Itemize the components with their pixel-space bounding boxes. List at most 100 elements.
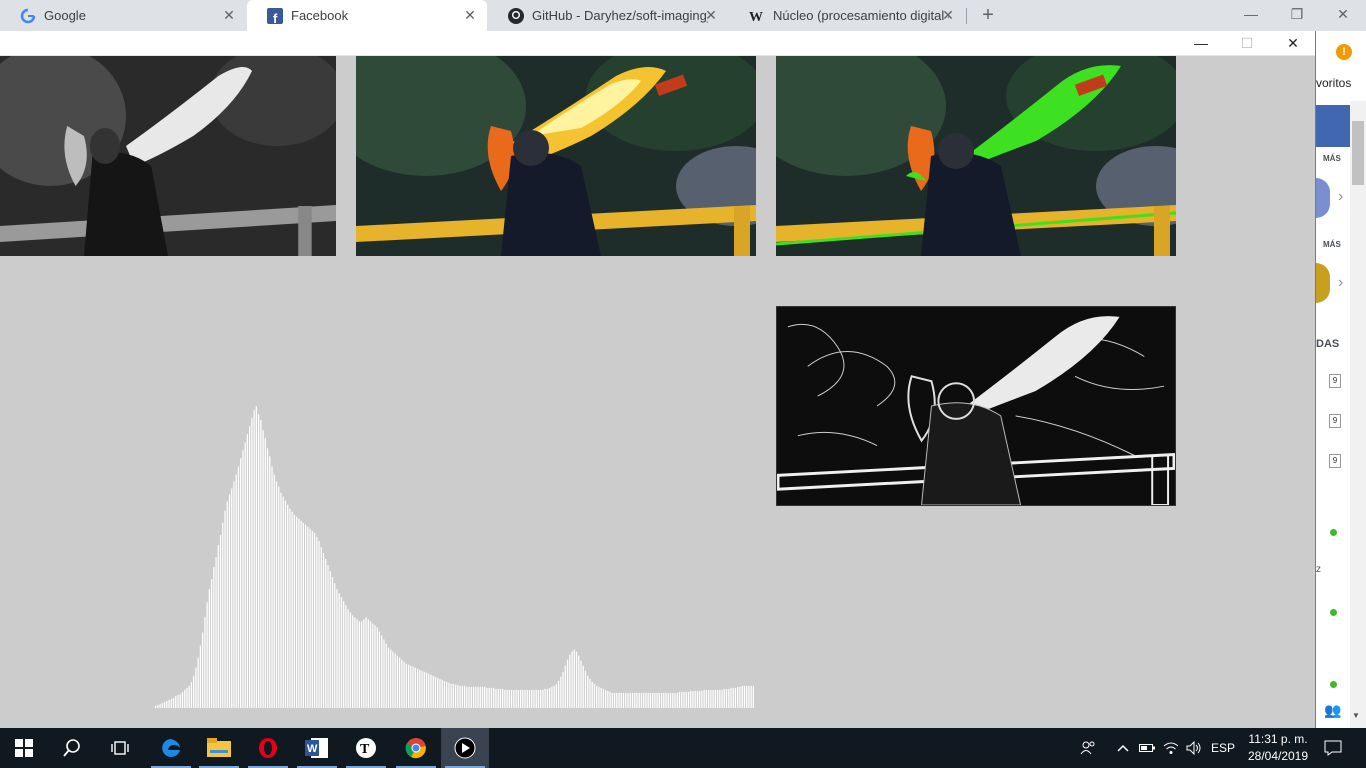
histogram-bar [665,692,667,708]
histogram-bar [399,657,401,708]
histogram-bar [551,686,553,708]
google-icon [20,8,36,24]
histogram-bar [186,687,188,708]
notifications-icon[interactable] [1318,728,1348,768]
histogram-bar [226,501,228,708]
histogram-bar [428,673,430,708]
search-icon[interactable] [48,728,96,768]
minimize-icon[interactable]: — [1228,0,1274,31]
histogram-bar [224,510,226,708]
background-page: ! voritos MÁS › MÁS › DAS 9 9 9 z 👥 ▼ [1316,31,1366,728]
start-icon[interactable] [0,728,48,768]
histogram-bar [549,687,551,708]
histogram-bar [213,567,215,708]
edge-icon[interactable] [147,728,195,768]
histogram-bar [177,694,179,708]
new-tab-button[interactable]: + [978,5,998,25]
minimize-icon[interactable]: — [1178,31,1224,55]
histogram-bar [195,667,197,708]
histogram-bar [381,635,383,708]
browser-toolbar-fragment: ! voritos [1316,31,1366,101]
file-explorer-icon[interactable] [195,728,243,768]
histogram-bar [170,698,172,708]
close-tab-icon[interactable]: ✕ [463,8,477,22]
scroll-down-icon[interactable]: ▼ [1352,711,1360,720]
tab-facebook[interactable]: f Facebook ✕ [247,0,487,31]
close-tab-icon[interactable]: ✕ [704,8,718,22]
close-tab-icon[interactable]: ✕ [941,8,955,22]
histogram-bar [233,481,235,708]
chrome-icon[interactable] [392,728,440,768]
tab-github[interactable]: GitHub - Daryhez/soft-imaging_v ✕ [488,0,728,31]
more-label[interactable]: MÁS [1323,240,1341,249]
histogram-bar [508,689,510,708]
media-player-icon[interactable] [441,728,489,768]
histogram-bar [374,625,376,708]
histogram-bar [369,621,372,708]
more-label[interactable]: MÁS [1323,154,1341,163]
chevron-right-icon[interactable]: › [1338,188,1343,206]
clock[interactable]: 11:31 p. m. 28/04/2019 [1238,731,1318,765]
wikipedia-icon: W [749,8,765,24]
histogram-bar [703,689,705,708]
histogram-bar [410,665,412,708]
story-thumbnail[interactable] [1316,178,1330,218]
histogram-bar [161,702,163,708]
histogram-bar [240,458,242,708]
histogram-bar [499,688,502,708]
histogram-bar [676,692,678,708]
histogram-bar [497,688,499,708]
histogram-bar [479,686,481,708]
tab-google[interactable]: Google ✕ [0,0,246,31]
people-icon[interactable]: 👥 [1324,702,1341,719]
histogram-bar [313,532,316,708]
histogram-bar [322,552,325,708]
alert-icon[interactable]: ! [1336,44,1352,60]
word-icon[interactable]: W [293,728,341,768]
histogram-bar [356,619,358,708]
facebook-icon: f [267,7,283,24]
page-scrollbar[interactable] [1350,101,1366,728]
histogram-bar [423,671,425,708]
typora-icon[interactable]: T [342,728,390,768]
histogram-bar [392,651,394,708]
histogram-bar [450,683,452,708]
highlighted-image [776,56,1176,256]
histogram-bar [228,494,231,708]
story-thumbnail[interactable] [1316,263,1330,303]
histogram-bar [260,420,262,708]
histogram-bar [325,559,327,708]
histogram-bar [645,692,647,708]
histogram-bar [412,666,414,708]
close-window-icon[interactable]: ✕ [1320,0,1366,31]
close-window-icon[interactable]: ✕ [1270,31,1315,55]
histogram-bar [459,685,461,708]
histogram-bar [472,686,475,708]
wifi-icon[interactable] [1160,728,1182,768]
chevron-right-icon[interactable]: › [1338,274,1343,292]
histogram-bar [640,692,643,708]
close-tab-icon[interactable]: ✕ [222,8,236,22]
histogram-bar [631,692,634,708]
histogram-bar [752,685,754,708]
histogram-bar [546,688,549,708]
histogram-bar [605,689,607,708]
tab-title: Facebook [291,8,349,23]
histogram-bar [535,689,537,708]
people-icon[interactable] [1076,728,1100,768]
histogram-bar [714,689,716,708]
histogram-bar [168,699,170,708]
opera-icon[interactable] [244,728,292,768]
histogram-bar [513,689,515,708]
volume-icon[interactable] [1183,728,1205,768]
input-language-indicator[interactable]: ESP [1206,728,1240,768]
restore-icon[interactable]: ❐ [1274,0,1320,31]
histogram-bar [235,474,237,708]
chevron-up-icon[interactable] [1112,728,1134,768]
tab-wikipedia[interactable]: W Núcleo (procesamiento digital de ✕ [729,0,965,31]
bookmarks-label[interactable]: voritos [1316,76,1351,90]
task-view-icon[interactable] [96,728,144,768]
battery-icon[interactable] [1136,728,1158,768]
histogram-bar [210,579,213,708]
scrollbar-thumb[interactable] [1352,121,1364,185]
